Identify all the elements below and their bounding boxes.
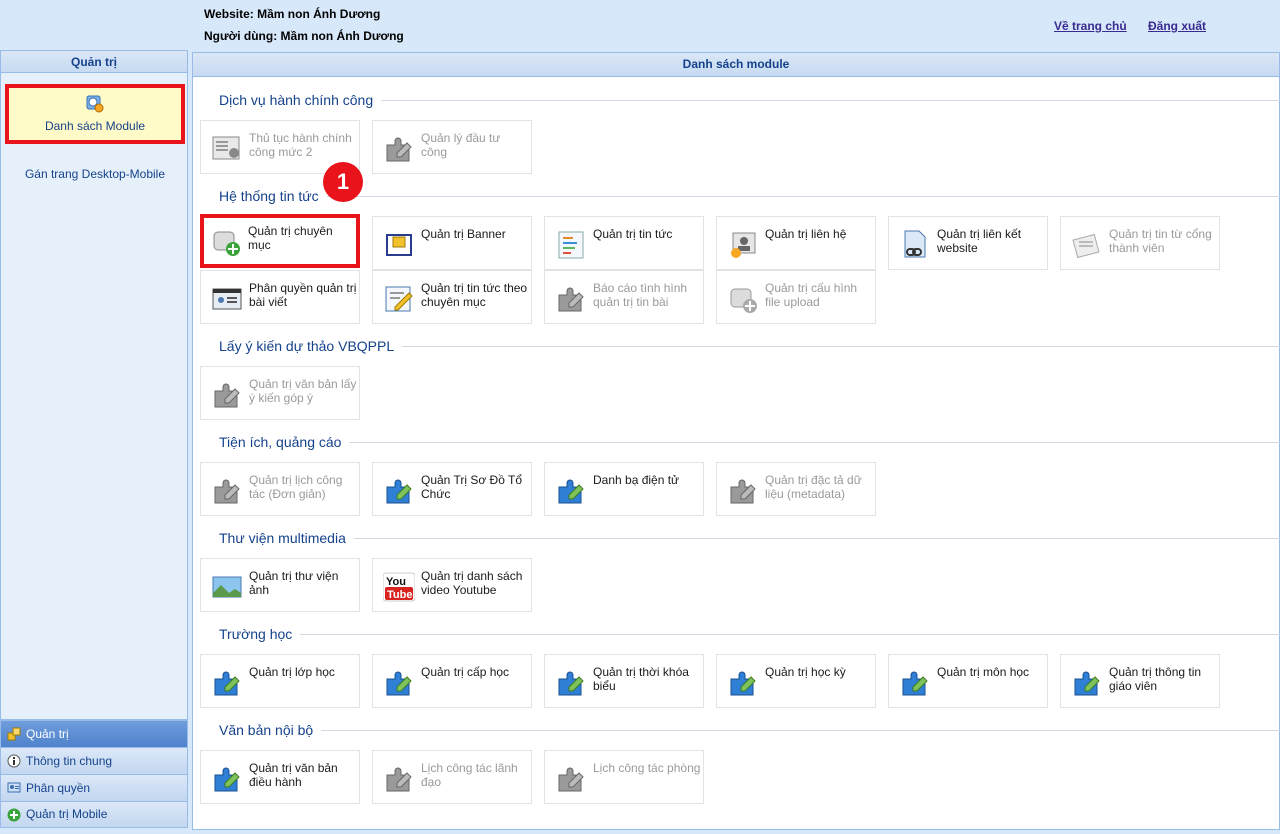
step-badge: 1 (323, 162, 363, 202)
module-tile[interactable]: Danh bạ điện tử (544, 462, 704, 516)
module-tile[interactable]: Quản trị tin từ cổng thành viên (1060, 216, 1220, 270)
puzzle-icon (214, 671, 240, 696)
module-tile[interactable]: Lịch công tác phòng (544, 750, 704, 804)
section-news-system: Hệ thống tin tức (219, 188, 1280, 204)
module-tile[interactable]: Quản trị cấu hình file upload (716, 270, 876, 324)
scroll-add-icon (213, 231, 240, 256)
module-search-icon (86, 95, 104, 113)
category-admin-tile[interactable]: Quản trị chuyên mục (200, 214, 360, 268)
svg-text:You: You (386, 576, 406, 588)
home-link[interactable]: Về trang chủ (1054, 19, 1127, 33)
admin-icon (7, 727, 21, 741)
desktop-mobile-link[interactable]: Gán trang Desktop-Mobile (1, 167, 189, 181)
docs-icon (1072, 233, 1100, 259)
link-icon (904, 230, 926, 258)
puzzle-icon (1074, 671, 1100, 696)
module-tile[interactable]: Quản trị lịch công tác (Đơn giản) (200, 462, 360, 516)
plus-icon (7, 808, 21, 821)
module-tile[interactable]: Quản trị văn bản lấy ý kiến góp ý (200, 366, 360, 420)
puzzle-icon (386, 137, 412, 162)
accordion-item-general-info[interactable]: Thông tin chung (0, 747, 188, 774)
module-tile[interactable]: Báo cáo tình hình quản trị tin bài (544, 270, 704, 324)
accordion-label: Quản trị Mobile (26, 807, 108, 821)
puzzle-icon (214, 479, 240, 504)
section-internal-docs: Văn bản nội bộ (219, 722, 1280, 738)
puzzle-icon (558, 479, 584, 504)
contact-icon (731, 232, 756, 258)
sidebar: Quản trị Danh sách Module Gán trang Desk… (0, 50, 188, 720)
logout-link[interactable]: Đăng xuất (1148, 19, 1206, 33)
module-tile[interactable]: Quản trị thời khóa biểu (544, 654, 704, 708)
section-public-services: Dịch vụ hành chính công (219, 92, 1280, 108)
accordion-label: Phân quyền (26, 780, 91, 795)
module-tile[interactable]: Quản trị văn bản điều hành (200, 750, 360, 804)
module-tile[interactable]: Lịch công tác lãnh đạo (372, 750, 532, 804)
puzzle-icon (730, 479, 756, 504)
module-tile[interactable]: Quản trị tin tức (544, 216, 704, 270)
accordion-item-mobile-admin[interactable]: Quản trị Mobile (0, 801, 188, 828)
module-list-panel: Danh sách module Dịch vụ hành chính công… (192, 52, 1280, 830)
accordion-item-admin[interactable]: Quản trị (0, 720, 188, 747)
puzzle-icon (214, 383, 240, 408)
puzzle-icon (214, 767, 240, 792)
puzzle-icon (558, 767, 584, 792)
puzzle-icon (386, 671, 412, 696)
module-tile[interactable]: Quản trị cấp học (372, 654, 532, 708)
module-tile[interactable]: Quản trị môn học (888, 654, 1048, 708)
module-tile[interactable]: Phân quyền quản trị bài viết (200, 270, 360, 324)
sidebar-accordion: Quản trị Thông tin chung Phân quyền Quản… (0, 720, 188, 834)
scroll-add-icon (730, 288, 757, 313)
puzzle-icon (902, 671, 928, 696)
module-tile[interactable]: Quản trị tin tức theo chuyên mục (372, 270, 532, 324)
module-list-button[interactable]: Danh sách Module (5, 84, 185, 144)
youtube-icon: YouTube (383, 572, 415, 602)
puzzle-icon (558, 671, 584, 696)
panel-title: Danh sách module (193, 53, 1279, 77)
svg-text:Tube: Tube (387, 589, 412, 601)
section-multimedia: Thư viện multimedia (219, 530, 1280, 546)
accordion-item-permissions[interactable]: Phân quyền (0, 774, 188, 801)
accordion-label: Quản trị (26, 726, 69, 741)
website-label: Website: Mầm non Ánh Dương (204, 7, 381, 21)
module-tile[interactable]: Quản trị lớp học (200, 654, 360, 708)
form-icon (212, 136, 240, 160)
puzzle-icon (386, 767, 412, 792)
puzzle-icon (730, 671, 756, 696)
user-label: Người dùng: Mầm non Ánh Dương (204, 29, 404, 43)
section-utilities: Tiện ích, quảng cáo (219, 434, 1280, 450)
info-icon (7, 754, 21, 768)
photo-icon (212, 576, 242, 598)
accordion-label: Thông tin chung (26, 753, 113, 768)
permission-icon (7, 782, 21, 793)
module-tile[interactable]: Quản trị liên kết website (888, 216, 1048, 270)
banner-icon (386, 234, 412, 256)
module-tile[interactable]: Quản trị đặc tả dữ liệu (metadata) (716, 462, 876, 516)
module-tile[interactable]: Quản trị thông tin giáo viên (1060, 654, 1220, 708)
edit-icon (385, 286, 413, 312)
section-draft-opinions: Lấy ý kiến dự thảo VBQPPL (219, 338, 1280, 354)
puzzle-icon (558, 287, 584, 312)
idcard-icon (212, 288, 242, 310)
section-school: Trường học (219, 626, 1280, 642)
sidebar-title: Quản trị (1, 51, 187, 73)
puzzle-icon (386, 479, 412, 504)
module-tile[interactable]: Quản Trị Sơ Đồ Tổ Chức (372, 462, 532, 516)
module-tile[interactable]: You Tube Quản trị danh sách video Youtube (372, 558, 532, 612)
module-list-label: Danh sách Module (44, 119, 146, 133)
top-header: Website: Mầm non Ánh Dương Người dùng: M… (0, 0, 1280, 48)
module-tile[interactable]: Quản trị thư viện ảnh (200, 558, 360, 612)
news-icon (558, 231, 584, 259)
module-tile[interactable]: Quản trị học kỳ (716, 654, 876, 708)
module-tile[interactable]: Quản trị Banner (372, 216, 532, 270)
module-tile[interactable]: Quản trị liên hệ (716, 216, 876, 270)
module-tile[interactable]: Quản lý đầu tư công (372, 120, 532, 174)
